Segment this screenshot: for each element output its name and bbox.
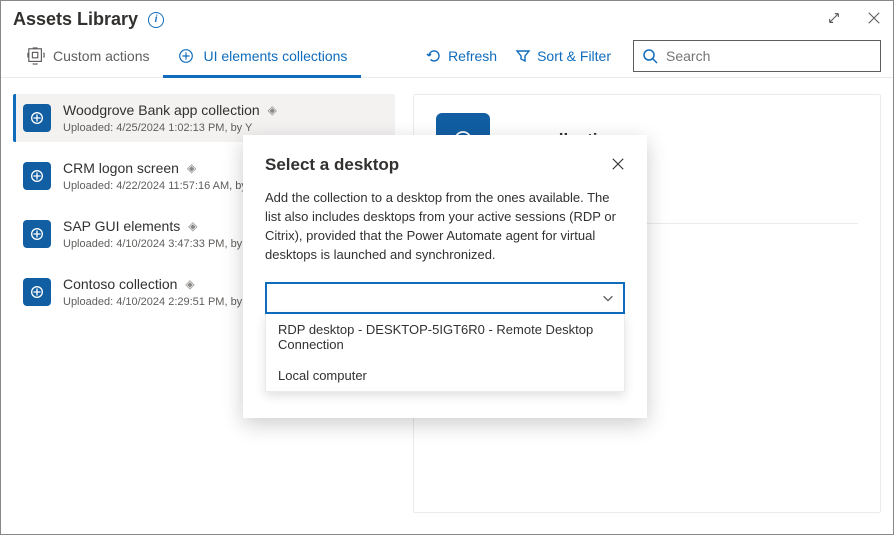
title-bar: Assets Library i <box>1 1 893 34</box>
expand-icon[interactable] <box>827 11 841 28</box>
info-icon[interactable]: i <box>148 12 164 28</box>
collection-icon <box>23 162 51 190</box>
tab-label: UI elements collections <box>203 48 347 64</box>
dialog-title: Select a desktop <box>265 155 399 175</box>
tab-ui-collections[interactable]: UI elements collections <box>163 34 361 78</box>
chevron-down-icon <box>601 291 615 305</box>
tab-label: Custom actions <box>53 48 149 64</box>
tab-custom-actions[interactable]: Custom actions <box>13 34 163 78</box>
window-title: Assets Library <box>13 9 138 30</box>
collection-icon <box>23 220 51 248</box>
search-box[interactable] <box>633 40 881 72</box>
desktop-dropdown: RDP desktop - DESKTOP-5IGT6R0 - Remote D… <box>265 314 625 392</box>
desktop-combobox[interactable] <box>265 282 625 314</box>
refresh-button[interactable]: Refresh <box>426 48 497 64</box>
search-input[interactable] <box>666 48 872 64</box>
sort-filter-button[interactable]: Sort & Filter <box>515 48 611 64</box>
premium-icon: ◈ <box>185 277 194 291</box>
dropdown-option[interactable]: Local computer <box>266 360 624 391</box>
toolbar: Custom actions UI elements collections R… <box>1 34 893 78</box>
premium-icon: ◈ <box>268 103 277 117</box>
search-icon <box>642 48 658 64</box>
collection-icon <box>23 278 51 306</box>
close-icon[interactable] <box>611 157 625 174</box>
dropdown-option[interactable]: RDP desktop - DESKTOP-5IGT6R0 - Remote D… <box>266 314 624 360</box>
collection-icon <box>23 104 51 132</box>
close-icon[interactable] <box>867 11 881 28</box>
sort-filter-label: Sort & Filter <box>537 48 611 64</box>
select-desktop-dialog: Select a desktop Add the collection to a… <box>243 135 647 418</box>
refresh-label: Refresh <box>448 48 497 64</box>
premium-icon: ◈ <box>188 219 197 233</box>
premium-icon: ◈ <box>187 161 196 175</box>
dialog-description: Add the collection to a desktop from the… <box>265 189 625 264</box>
